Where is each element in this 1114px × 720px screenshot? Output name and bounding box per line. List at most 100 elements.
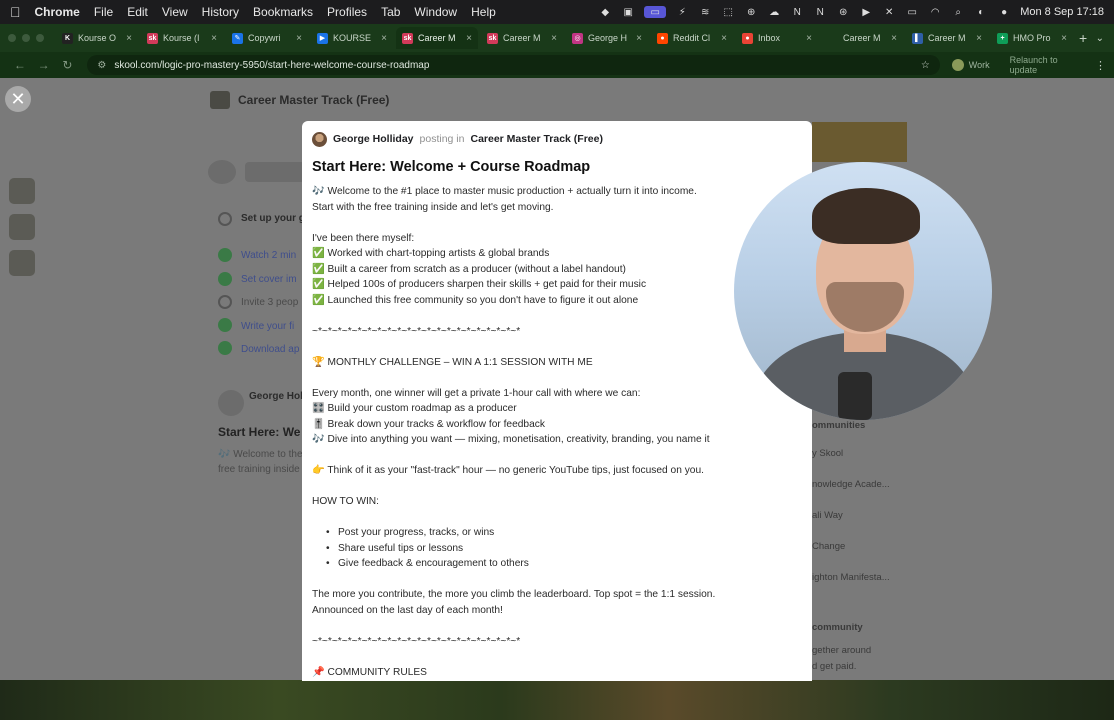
- reload-button[interactable]: ↻: [56, 58, 80, 72]
- checklist-item[interactable]: Watch 2 min: [241, 250, 296, 261]
- browser-tab[interactable]: ▌ Career M ×: [906, 27, 988, 49]
- apple-icon[interactable]: : [10, 4, 21, 20]
- menu-file[interactable]: File: [94, 5, 113, 19]
- browser-tab[interactable]: ● Inbox ×: [736, 27, 818, 49]
- close-window-button[interactable]: [8, 34, 16, 42]
- webcam-overlay: [734, 162, 992, 420]
- mute-icon[interactable]: ✕: [882, 6, 896, 18]
- close-tab-icon[interactable]: ×: [466, 33, 472, 44]
- close-tab-icon[interactable]: ×: [976, 33, 982, 44]
- chrome-menu-icon[interactable]: ⋮: [1095, 59, 1106, 72]
- tab-label: KOURSE: [333, 33, 372, 43]
- post-line: [312, 215, 802, 231]
- status-app-icon[interactable]: ▣: [621, 6, 635, 18]
- address-bar[interactable]: ⚙ skool.com/logic-pro-mastery-5950/start…: [87, 55, 940, 75]
- minimize-window-button[interactable]: [22, 34, 30, 42]
- menu-tab[interactable]: Tab: [381, 5, 400, 19]
- status-app-icon[interactable]: ⊛: [836, 6, 850, 18]
- menubar-clock[interactable]: Mon 8 Sep 17:18: [1020, 6, 1104, 18]
- community-icon[interactable]: [9, 178, 35, 204]
- browser-tab[interactable]: sk Career M ×: [396, 27, 478, 49]
- sidebar-item[interactable]: ali Way: [812, 510, 843, 521]
- close-tab-icon[interactable]: ×: [211, 33, 217, 44]
- zoom-window-button[interactable]: [36, 34, 44, 42]
- browser-tab[interactable]: K Kourse O ×: [56, 27, 138, 49]
- author-name[interactable]: George Holliday: [333, 133, 414, 145]
- profile-button[interactable]: Work: [951, 59, 990, 71]
- status-app-icon[interactable]: N: [790, 6, 804, 18]
- group-link[interactable]: Career Master Track (Free): [470, 133, 603, 145]
- search-icon[interactable]: ⌕: [951, 6, 965, 18]
- status-app-icon[interactable]: ≋: [698, 6, 712, 18]
- browser-tab[interactable]: ● Reddit Cl ×: [651, 27, 733, 49]
- status-app-icon[interactable]: ◆: [598, 6, 612, 18]
- status-app-icon[interactable]: ⊕: [744, 6, 758, 18]
- post-author[interactable]: George Holl: [249, 391, 306, 402]
- close-tab-icon[interactable]: ×: [636, 33, 642, 44]
- bullet-item: Post your progress, tracks, or wins: [326, 525, 802, 541]
- status-app-icon[interactable]: N: [813, 6, 827, 18]
- menu-view[interactable]: View: [162, 5, 188, 19]
- site-info-icon[interactable]: ⚙: [97, 60, 106, 71]
- menu-window[interactable]: Window: [414, 5, 457, 19]
- post-title[interactable]: Start Here: We: [218, 425, 300, 439]
- close-tab-icon[interactable]: ×: [721, 33, 727, 44]
- author-avatar[interactable]: [312, 131, 327, 147]
- browser-tab[interactable]: sk Kourse (I ×: [141, 27, 223, 49]
- sidebar-item[interactable]: ighton Manifesta...: [812, 572, 890, 583]
- tab-list: K Kourse O × sk Kourse (I × ✎ Copywri × ▶ KOURSE × s…: [56, 27, 1073, 49]
- status-app-icon[interactable]: ⬚: [721, 6, 735, 18]
- menu-edit[interactable]: Edit: [127, 5, 148, 19]
- browser-tab[interactable]: ◎ George H ×: [566, 27, 648, 49]
- close-tab-icon[interactable]: ×: [296, 33, 302, 44]
- control-center-icon[interactable]: ◐: [974, 6, 988, 18]
- menu-help[interactable]: Help: [471, 5, 496, 19]
- close-tab-icon[interactable]: ×: [381, 33, 387, 44]
- play-icon[interactable]: ▶: [859, 6, 873, 18]
- post-line: [312, 572, 802, 588]
- status-app-icon[interactable]: ⚡: [675, 6, 689, 18]
- browser-tab[interactable]: Career M ×: [821, 27, 903, 49]
- sidebar-item[interactable]: nowledge Acade...: [812, 479, 890, 490]
- browser-tab[interactable]: ✎ Copywri ×: [226, 27, 308, 49]
- sidebar-item[interactable]: y Skool: [812, 448, 843, 459]
- checklist-item[interactable]: Write your fi: [241, 321, 294, 332]
- screen-recorder-icon[interactable]: ▭: [644, 6, 667, 18]
- menu-history[interactable]: History: [202, 5, 239, 19]
- address-url[interactable]: skool.com/logic-pro-mastery-5950/start-h…: [114, 60, 429, 71]
- close-modal-button[interactable]: ✕: [5, 86, 31, 112]
- browser-tab[interactable]: ▶ KOURSE ×: [311, 27, 393, 49]
- check-icon: [218, 318, 232, 332]
- close-tab-icon[interactable]: ×: [891, 33, 897, 44]
- menu-app-name[interactable]: Chrome: [35, 5, 80, 19]
- checklist-item[interactable]: Download ap: [241, 344, 299, 355]
- browser-tab[interactable]: sk Career M ×: [481, 27, 563, 49]
- sidebar-item[interactable]: Change: [812, 541, 845, 552]
- tab-label: Kourse (I: [163, 33, 200, 43]
- check-icon: [218, 272, 232, 286]
- close-tab-icon[interactable]: ×: [551, 33, 557, 44]
- close-tab-icon[interactable]: ×: [1061, 33, 1067, 44]
- group-title[interactable]: Career Master Track (Free): [238, 93, 389, 107]
- close-tab-icon[interactable]: ×: [806, 33, 812, 44]
- post-line: 👉 Think of it as your "fast-track" hour …: [312, 465, 704, 476]
- browser-tab[interactable]: + HMO Pro ×: [991, 27, 1073, 49]
- battery-icon[interactable]: ▭: [905, 6, 919, 18]
- community-icon[interactable]: [9, 250, 35, 276]
- back-button[interactable]: ←: [8, 58, 32, 72]
- new-tab-button[interactable]: +: [1079, 30, 1087, 46]
- community-icon[interactable]: [9, 214, 35, 240]
- cloud-icon[interactable]: ☁: [767, 6, 781, 18]
- checklist-item[interactable]: Set cover im: [241, 274, 297, 285]
- close-tab-icon[interactable]: ×: [126, 33, 132, 44]
- menu-profiles[interactable]: Profiles: [327, 5, 367, 19]
- menu-bookmarks[interactable]: Bookmarks: [253, 5, 313, 19]
- forward-button[interactable]: →: [32, 58, 56, 72]
- wifi-icon[interactable]: ◠: [928, 6, 942, 18]
- checklist-item[interactable]: Invite 3 peop: [241, 297, 298, 308]
- write-something-input[interactable]: [245, 162, 305, 182]
- siri-icon[interactable]: ●: [997, 6, 1011, 18]
- relaunch-button[interactable]: Relaunch to update: [1010, 55, 1087, 75]
- bookmark-star-icon[interactable]: ☆: [921, 60, 930, 71]
- tab-search-icon[interactable]: ⌄: [1096, 33, 1104, 44]
